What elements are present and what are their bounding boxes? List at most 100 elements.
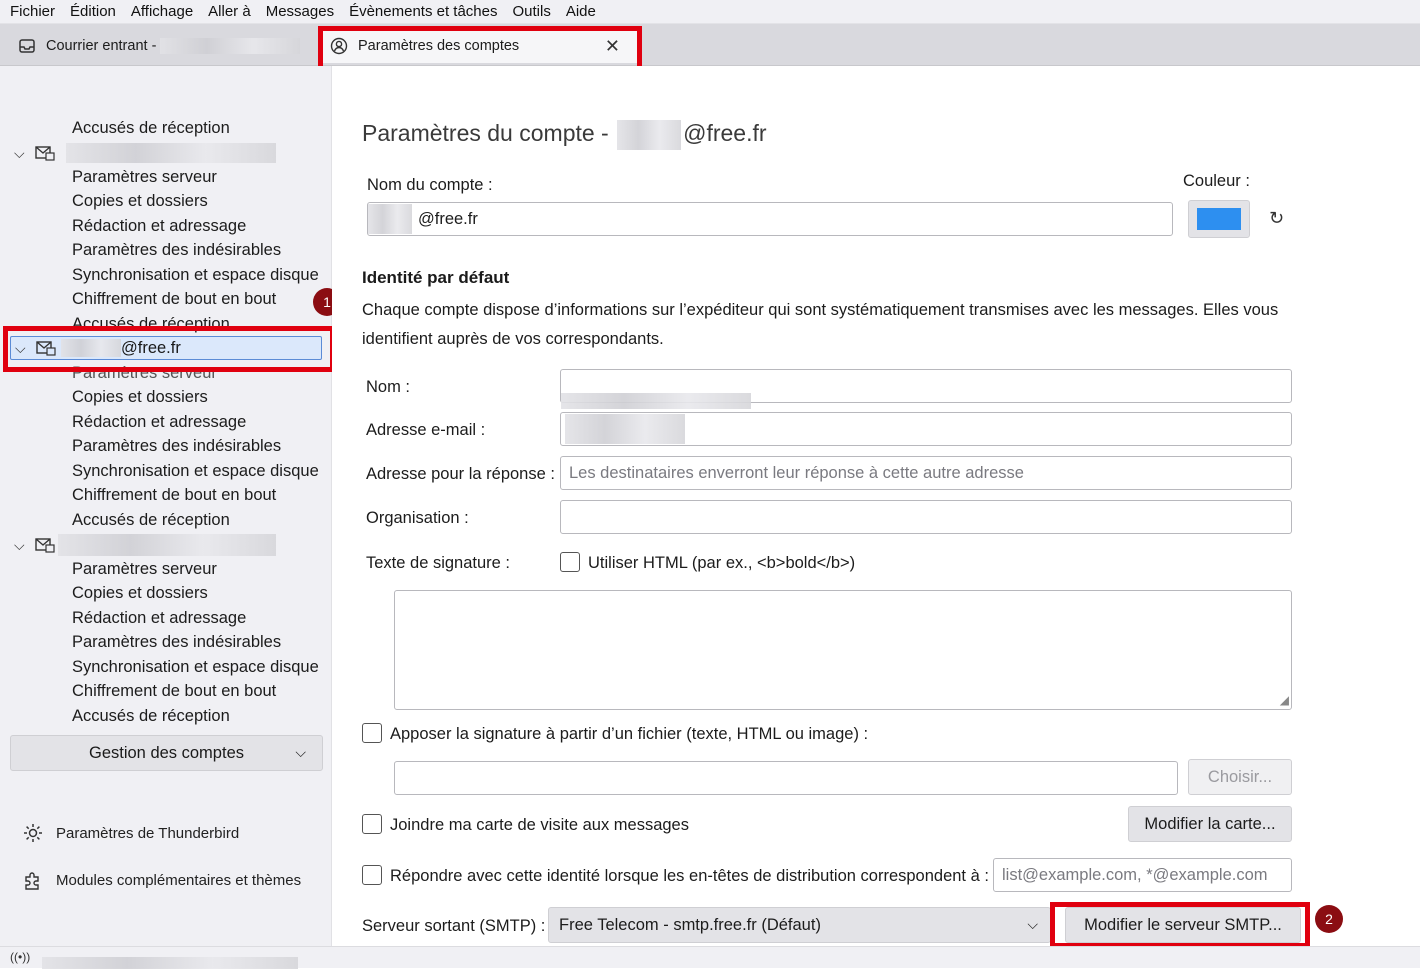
sidebar-item-junk[interactable]: Paramètres des indésirables xyxy=(72,437,281,456)
sidebar-item-junk[interactable]: Paramètres des indésirables xyxy=(72,633,281,652)
signature-file-field[interactable] xyxy=(394,761,1178,795)
reply-to-field[interactable]: Les destinataires enverront leur réponse… xyxy=(560,456,1292,490)
name-field[interactable] xyxy=(560,369,1292,409)
redacted-account-name xyxy=(66,143,276,163)
account-name-field[interactable]: @free.fr xyxy=(367,202,1173,236)
identity-heading: Identité par défaut xyxy=(362,268,510,287)
chevron-down-icon[interactable]: ⌵ xyxy=(14,145,32,162)
smtp-select[interactable]: Free Telecom - smtp.free.fr (Défaut) ⌵ xyxy=(548,907,1051,943)
use-html-checkbox[interactable] xyxy=(560,552,580,572)
color-label: Couleur : xyxy=(1183,172,1250,190)
redacted-text xyxy=(160,38,301,54)
tab-inbox[interactable]: Courrier entrant - xyxy=(10,29,308,63)
edit-card-button[interactable]: Modifier la carte... xyxy=(1128,806,1292,842)
edit-smtp-button[interactable]: Modifier le serveur SMTP... xyxy=(1065,907,1301,943)
account-management-button[interactable]: Gestion des comptes ⌵ xyxy=(10,735,323,771)
redacted-account-name xyxy=(58,534,276,556)
sidebar-item-receipts[interactable]: Accusés de réception xyxy=(72,119,230,138)
sidebar-item-server[interactable]: Paramètres serveur xyxy=(72,168,217,187)
account-row-selected[interactable]: ⌵ @free.fr xyxy=(10,336,322,360)
sidebar-item-receipts[interactable]: Accusés de réception xyxy=(72,315,230,334)
menu-messages[interactable]: Messages xyxy=(266,3,334,20)
sidebar-item-e2e[interactable]: Chiffrement de bout en bout xyxy=(72,486,276,505)
tab-account-settings[interactable]: Paramètres des comptes ✕ xyxy=(322,29,638,63)
email-field[interactable] xyxy=(560,412,1292,446)
menu-tools[interactable]: Outils xyxy=(513,3,551,20)
chevron-down-icon[interactable]: ⌵ xyxy=(15,340,33,357)
thunderbird-settings-label: Paramètres de Thunderbird xyxy=(56,824,240,842)
online-status-icon[interactable]: ((•)) xyxy=(10,950,30,964)
email-label: Adresse e-mail : xyxy=(366,421,486,439)
puzzle-piece-icon xyxy=(25,872,39,890)
tab-account-settings-label: Paramètres des comptes xyxy=(358,38,520,54)
organization-label: Organisation : xyxy=(366,509,469,527)
reply-identity-label: Répondre avec cette identité lorsque les… xyxy=(390,867,989,885)
menu-edit[interactable]: Édition xyxy=(70,3,116,20)
chevron-down-icon: ⌵ xyxy=(1027,916,1038,932)
sidebar-item-e2e[interactable]: Chiffrement de bout en bout xyxy=(72,682,276,701)
reply-identity-field[interactable]: list@example.com, *@example.com xyxy=(993,858,1292,892)
redacted-text xyxy=(565,414,685,444)
name-label: Nom : xyxy=(366,378,411,396)
chevron-down-icon: ⌵ xyxy=(295,744,306,760)
sidebar-item-copies[interactable]: Copies et dossiers xyxy=(72,388,208,407)
tab-inbox-label: Courrier entrant - xyxy=(46,38,157,54)
reply-identity-checkbox[interactable] xyxy=(362,865,382,885)
sidebar-item-junk[interactable]: Paramètres des indésirables xyxy=(72,241,281,260)
inbox-icon xyxy=(18,37,36,55)
redacted-text xyxy=(42,957,298,969)
menu-events[interactable]: Évènements et tâches xyxy=(349,3,497,20)
smtp-select-value: Free Telecom - smtp.free.fr (Défaut) xyxy=(559,915,821,934)
sidebar-item-sync[interactable]: Synchronisation et espace disque xyxy=(72,462,319,481)
account-settings-icon xyxy=(330,37,348,55)
sidebar-item-server[interactable]: Paramètres serveur xyxy=(72,364,217,383)
sidebar-item-receipts[interactable]: Accusés de réception xyxy=(72,511,230,530)
account-name-label: Nom du compte : xyxy=(367,176,493,194)
tab-bar: Courrier entrant - Paramètres des compte… xyxy=(0,24,1420,66)
resize-handle-icon[interactable]: ◢ xyxy=(1280,693,1289,707)
addons-label: Modules complémentaires et thèmes xyxy=(56,871,302,889)
account-management-label: Gestion des comptes xyxy=(89,743,244,762)
sidebar-item-receipts[interactable]: Accusés de réception xyxy=(72,707,230,726)
gear-icon xyxy=(24,824,42,842)
menu-view[interactable]: Affichage xyxy=(131,3,193,20)
selected-account-label: @free.fr xyxy=(121,338,181,357)
menu-go[interactable]: Aller à xyxy=(208,3,251,20)
choose-file-button[interactable]: Choisir... xyxy=(1188,759,1292,795)
account-settings-panel: Paramètres du compte - @free.fr Nom du c… xyxy=(332,66,1420,946)
sidebar-item-composition[interactable]: Rédaction et adressage xyxy=(72,413,246,432)
close-icon[interactable]: ✕ xyxy=(605,36,620,57)
menu-file[interactable]: Fichier xyxy=(10,3,55,20)
sidebar-item-e2e[interactable]: Chiffrement de bout en bout xyxy=(72,290,276,309)
sidebar-item-server[interactable]: Paramètres serveur xyxy=(72,560,217,579)
menu-help[interactable]: Aide xyxy=(566,3,596,20)
page-title: Paramètres du compte - @free.fr xyxy=(362,120,767,150)
account-row-1[interactable]: ⌵ xyxy=(14,141,276,165)
addons-link[interactable]: Modules complémentaires et thèmes xyxy=(22,869,301,891)
sidebar-item-copies[interactable]: Copies et dossiers xyxy=(72,584,208,603)
page-title-prefix: Paramètres du compte - xyxy=(362,120,609,147)
color-picker[interactable] xyxy=(1188,200,1250,238)
smtp-label: Serveur sortant (SMTP) : xyxy=(362,917,546,935)
attach-vcard-checkbox[interactable] xyxy=(362,814,382,834)
page-title-domain: @free.fr xyxy=(683,120,767,147)
account-row-3[interactable]: ⌵ xyxy=(14,533,276,557)
identity-description-line1: Chaque compte dispose d’informations sur… xyxy=(362,301,1279,319)
redacted-account-name xyxy=(61,339,121,357)
sidebar-item-sync[interactable]: Synchronisation et espace disque xyxy=(72,266,319,285)
step-badge-2: 2 xyxy=(1315,905,1343,933)
thunderbird-settings-link[interactable]: Paramètres de Thunderbird xyxy=(22,822,239,844)
signature-textarea[interactable]: ◢ xyxy=(394,590,1292,710)
sidebar-item-composition[interactable]: Rédaction et adressage xyxy=(72,609,246,628)
organization-field[interactable] xyxy=(560,500,1292,534)
redacted-text xyxy=(617,120,682,150)
account-sidebar: Accusés de réception ⌵ Paramètres serveu… xyxy=(0,66,332,946)
signature-label: Texte de signature : xyxy=(366,554,511,572)
sidebar-item-composition[interactable]: Rédaction et adressage xyxy=(72,217,246,236)
sidebar-item-sync[interactable]: Synchronisation et espace disque xyxy=(72,658,319,677)
color-swatch xyxy=(1197,208,1241,230)
reset-color-icon[interactable]: ↻ xyxy=(1269,208,1284,229)
attach-signature-checkbox[interactable] xyxy=(362,723,382,743)
chevron-down-icon[interactable]: ⌵ xyxy=(14,537,32,554)
sidebar-item-copies[interactable]: Copies et dossiers xyxy=(72,192,208,211)
